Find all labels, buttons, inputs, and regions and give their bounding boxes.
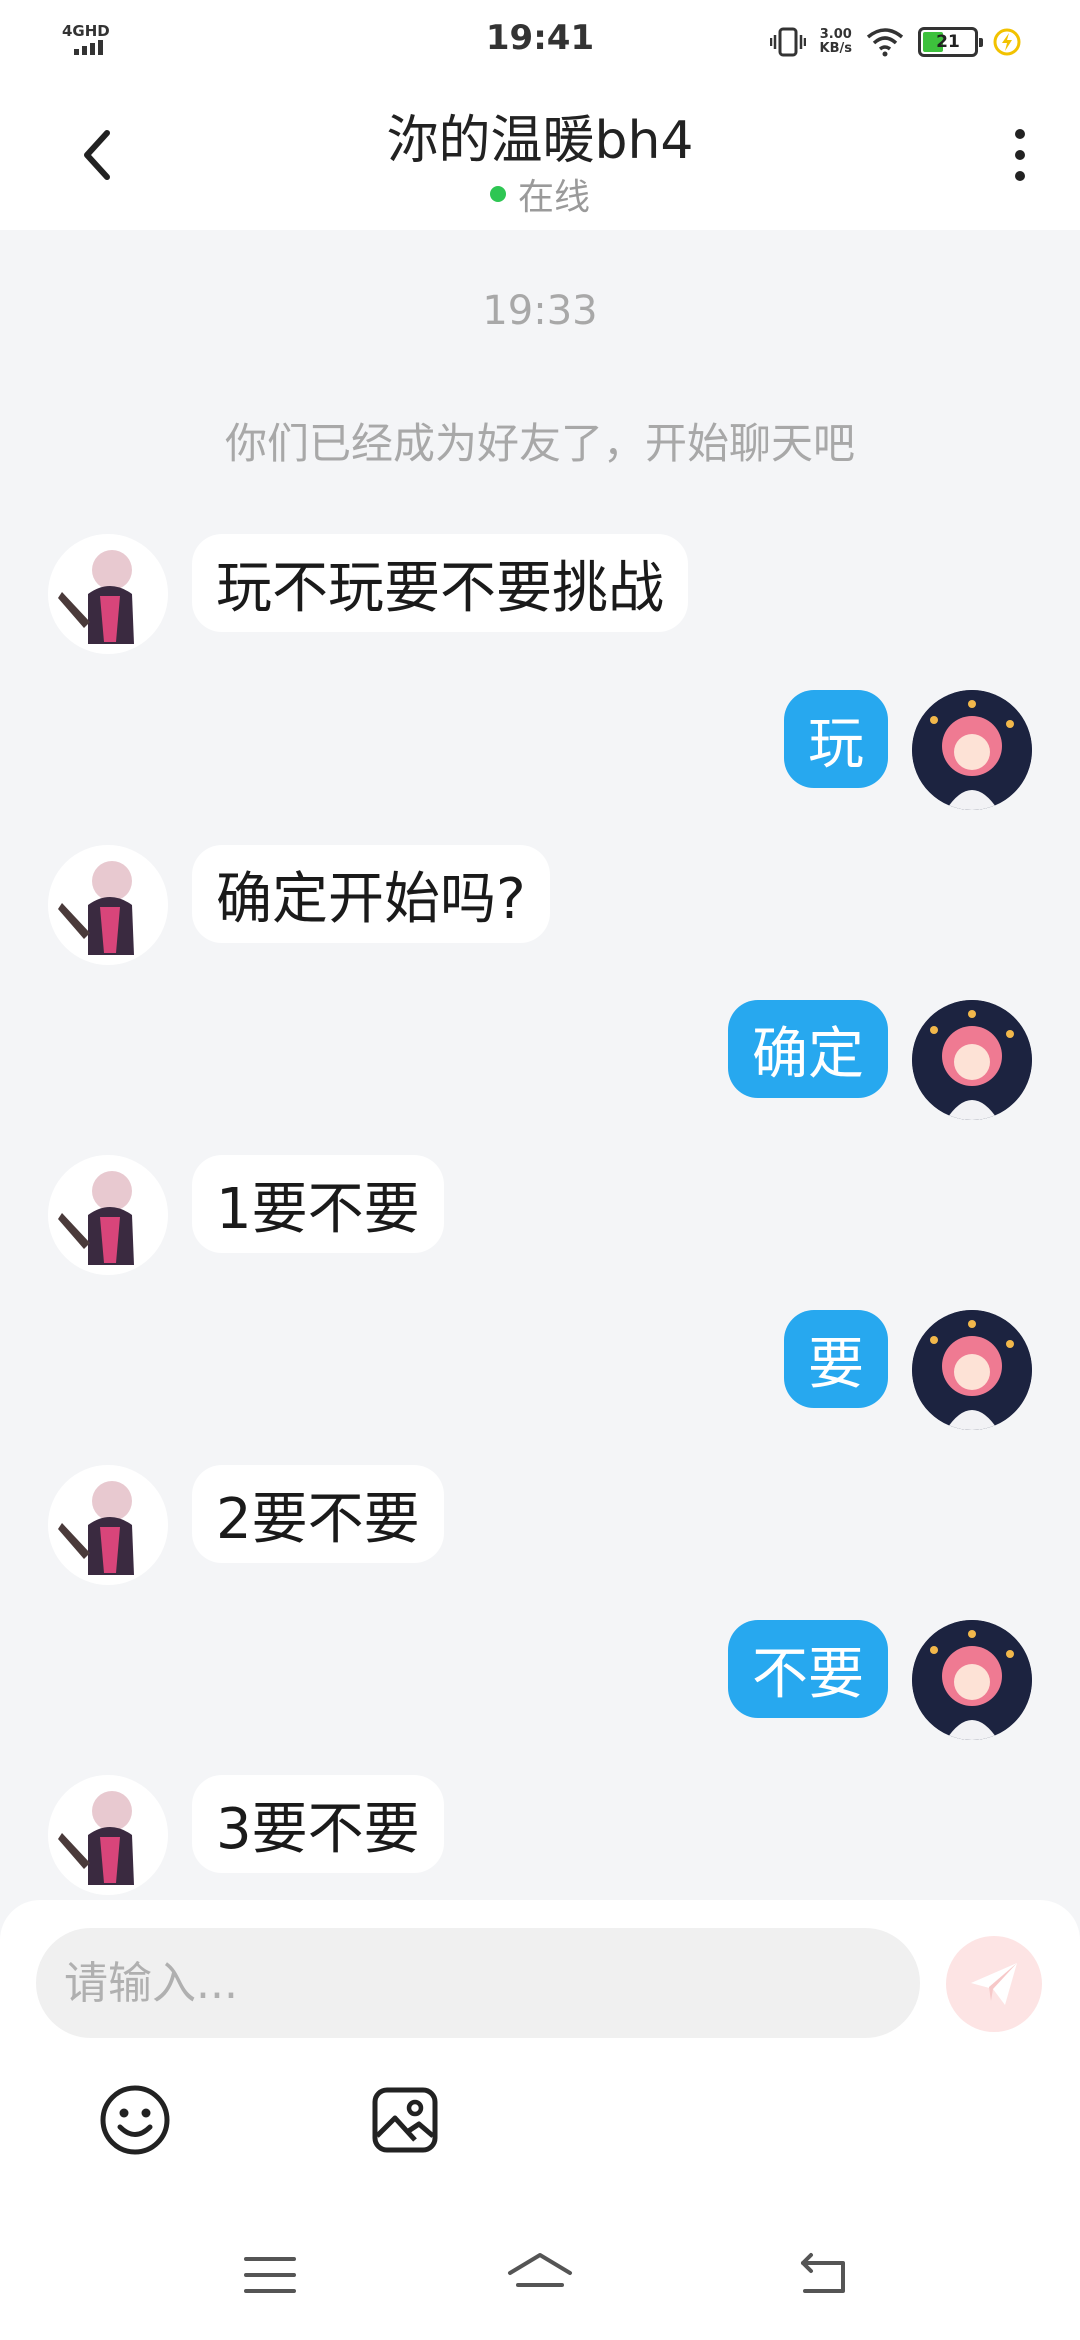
outgoing-message[interactable]: 要 [784,1310,888,1408]
message-row: 要 [0,1310,1080,1430]
battery-level: 21 [936,32,960,52]
wifi-icon [866,28,904,57]
nav-home-button[interactable] [500,2240,580,2310]
image-icon [372,2087,438,2153]
system-message: 你们已经成为好友了，开始聊天吧 [224,419,855,468]
outgoing-message[interactable]: 不要 [728,1620,888,1718]
contact-avatar[interactable] [48,1155,168,1275]
message-row: 玩 [0,690,1080,810]
smiley-icon [100,2085,170,2155]
message-input[interactable] [36,1928,920,2038]
message-timestamp: 19:33 [482,288,598,334]
speed-value: 3.00 [819,27,852,42]
emoji-button[interactable] [95,2080,175,2160]
incoming-message[interactable]: 玩不玩要不要挑战 [192,534,688,632]
my-avatar[interactable] [912,1620,1032,1740]
contact-avatar[interactable] [48,1775,168,1895]
message-row: 1要不要 [0,1155,1080,1275]
incoming-message[interactable]: 2要不要 [192,1465,444,1563]
incoming-message[interactable]: 1要不要 [192,1155,444,1253]
battery-icon: 21 [918,27,983,57]
home-icon [508,2253,572,2287]
my-avatar[interactable] [912,690,1032,810]
outgoing-message[interactable]: 确定 [728,1000,888,1098]
send-button[interactable] [946,1936,1042,2032]
message-row: 确定 [0,1000,1080,1120]
my-avatar[interactable] [912,1310,1032,1430]
presence-status: 在线 [0,168,1080,220]
image-button[interactable] [365,2080,445,2160]
vibrate-icon [769,27,806,57]
presence-label: 在线 [517,177,590,218]
incoming-message[interactable]: 确定开始吗? [192,845,550,943]
contact-avatar[interactable] [48,534,168,654]
message-row: 3要不要 [0,1775,1080,1895]
contact-avatar[interactable] [48,845,168,965]
charging-icon [993,28,1021,56]
online-dot [489,186,506,202]
menu-icon [244,2257,296,2293]
chat-header: 沵的温暖bh4 在线 [0,80,1080,230]
outgoing-message[interactable]: 玩 [784,690,888,788]
status-icons: 3.00 KB/s 21 [769,22,1022,62]
more-vertical-icon [1015,129,1025,139]
contact-avatar[interactable] [48,1465,168,1585]
nav-back-button[interactable] [783,2240,863,2310]
paper-plane-icon [971,1963,1017,2005]
contact-name: 沵的温暖bh4 [386,111,694,171]
network-speed: 3.00 KB/s [820,28,852,56]
nav-menu-button[interactable] [230,2240,310,2310]
incoming-message[interactable]: 3要不要 [192,1775,444,1873]
system-nav-bar [0,2210,1080,2340]
composer [0,1900,1080,2210]
message-row: 2要不要 [0,1465,1080,1585]
speed-unit: KB/s [819,41,852,56]
message-row: 确定开始吗? [0,845,1080,965]
status-bar: 4GHD 19:41 3.00 KB/s 21 [0,0,1080,80]
message-row: 玩不玩要不要挑战 [0,534,1080,654]
message-row: 不要 [0,1620,1080,1740]
message-list[interactable]: 19:33 你们已经成为好友了，开始聊天吧 玩不玩要不要挑战 玩 确定开始吗? … [0,230,1080,1905]
more-options-button[interactable] [1000,120,1040,190]
back-arrow-icon [801,2253,845,2293]
my-avatar[interactable] [912,1000,1032,1120]
